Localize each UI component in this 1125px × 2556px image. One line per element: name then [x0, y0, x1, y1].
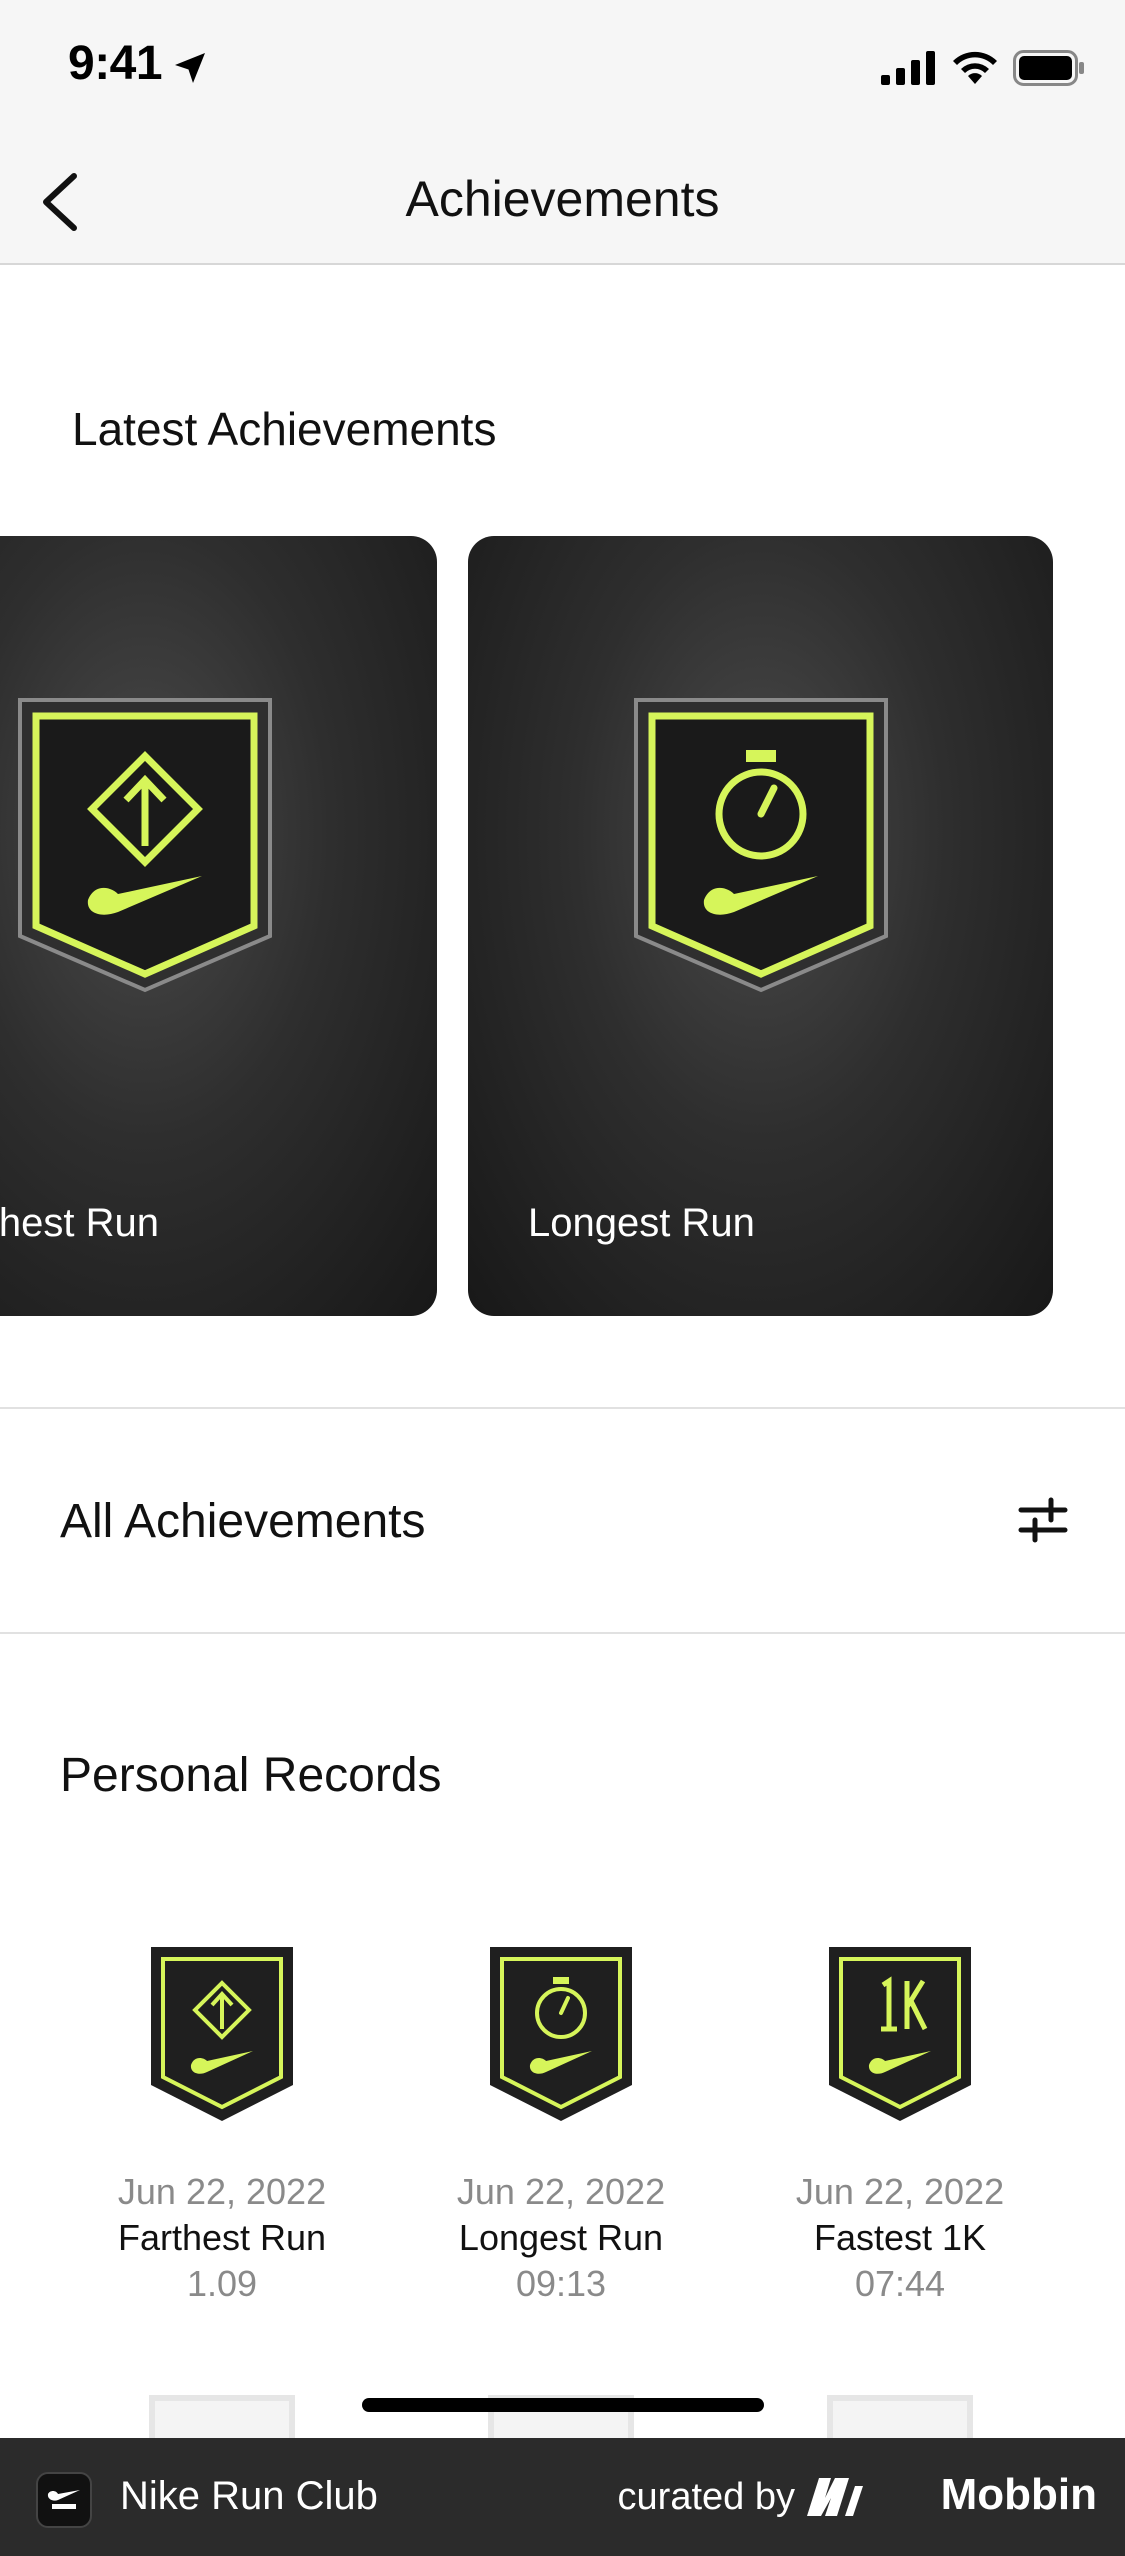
achievement-card-label: Farthest Run: [0, 1201, 159, 1245]
attribution-footer: Nike Run Club curated by Mobbin: [0, 2438, 1125, 2556]
record-badge-peek: [149, 2395, 295, 2440]
status-bar: 9:41: [0, 0, 1125, 140]
battery-icon: [1013, 50, 1084, 86]
section-divider: [0, 1407, 1125, 1409]
achievement-card-longest-run[interactable]: Longest Run: [468, 536, 1053, 1316]
record-date: Jun 22, 2022: [117, 2171, 327, 2212]
navigation-bar: Achievements: [0, 140, 1125, 265]
nrc-logo-icon: [47, 2490, 80, 2509]
personal-records-heading: Personal Records: [60, 1749, 442, 1802]
status-time: 9:41: [68, 37, 163, 90]
record-title: Fastest 1K: [813, 2217, 987, 2258]
latest-achievements-heading: Latest Achievements: [72, 403, 497, 455]
filter-sliders-icon[interactable]: [1013, 1490, 1073, 1550]
record-date: Jun 22, 2022: [456, 2171, 666, 2212]
curated-by-label: curated by: [617, 2476, 795, 2518]
achievement-card-farthest-run[interactable]: Farthest Run: [0, 536, 437, 1316]
record-value: 09:13: [515, 2263, 607, 2304]
mobbin-logo-icon: [807, 2478, 863, 2516]
wifi-icon: [953, 51, 997, 84]
record-value: 1.09: [186, 2263, 258, 2304]
record-date: Jun 22, 2022: [795, 2171, 1005, 2212]
record-value: 07:44: [854, 2263, 946, 2304]
record-badge-peek: [827, 2395, 973, 2440]
mobbin-brand: Mobbin: [940, 2470, 1097, 2519]
latest-achievements-carousel[interactable]: Farthest Run Longest Run: [0, 536, 1125, 1318]
longest-run-badge-icon: [634, 698, 888, 993]
page-title: Achievements: [405, 171, 720, 227]
home-indicator[interactable]: [362, 2398, 764, 2412]
longest-run-badge-icon: [490, 1947, 632, 2121]
record-title: Farthest Run: [117, 2217, 327, 2258]
app-name: Nike Run Club: [120, 2474, 378, 2518]
nike-run-club-app-icon: [36, 2472, 92, 2528]
status-indicators: [881, 50, 1085, 86]
achievement-card-label: Longest Run: [528, 1201, 755, 1245]
farthest-run-badge-icon: [151, 1947, 293, 2121]
farthest-run-badge-icon: [18, 698, 272, 993]
cellular-signal-icon: [881, 51, 935, 85]
record-item-farthest-run[interactable]: Jun 22, 2022 Farthest Run 1.09: [72, 1945, 372, 2305]
all-achievements-label: All Achievements: [60, 1495, 426, 1548]
location-arrow-icon: [175, 53, 205, 83]
record-item-fastest-1k[interactable]: Jun 22, 2022 Fastest 1K 07:44: [750, 1945, 1050, 2305]
record-title: Longest Run: [458, 2217, 664, 2258]
section-divider: [0, 1632, 1125, 1634]
all-achievements-row[interactable]: All Achievements: [0, 1410, 1125, 1632]
fastest-1k-badge-icon: [829, 1947, 971, 2121]
record-item-longest-run[interactable]: Jun 22, 2022 Longest Run 09:13: [411, 1945, 711, 2305]
